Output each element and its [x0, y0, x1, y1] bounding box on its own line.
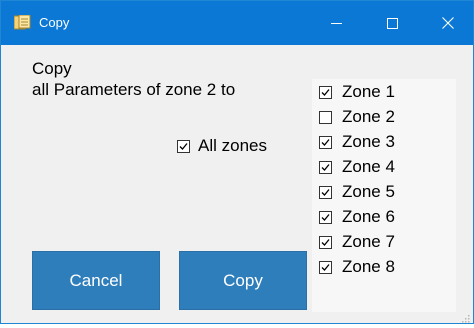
close-icon — [442, 17, 454, 29]
copy-button[interactable]: Copy — [179, 251, 307, 310]
checkmark-icon — [321, 263, 330, 271]
minimize-button[interactable] — [313, 1, 359, 45]
zone-label: Zone 8 — [342, 257, 395, 276]
copy-app-icon — [13, 14, 31, 30]
maximize-icon — [386, 17, 398, 29]
maximize-button[interactable] — [369, 1, 415, 45]
all-zones-label: All zones — [198, 136, 267, 155]
message-line-1: Copy — [32, 59, 72, 78]
zone-item-3[interactable]: Zone 3 — [319, 132, 395, 152]
cancel-button[interactable]: Cancel — [32, 251, 160, 310]
zone-item-7[interactable]: Zone 7 — [319, 232, 395, 252]
checkmark-icon — [321, 138, 330, 146]
zone-6-check-box[interactable] — [319, 210, 332, 224]
close-button[interactable] — [425, 1, 471, 45]
zone-item-1[interactable]: Zone 1 — [319, 82, 395, 102]
zone-7-check-box[interactable] — [319, 235, 332, 249]
zone-4-check-box[interactable] — [319, 160, 332, 174]
checkmark-icon — [321, 88, 330, 96]
zone-3-check-box[interactable] — [319, 135, 332, 149]
resize-grip-icon[interactable] — [460, 310, 470, 323]
copy-dialog-window: Copy Copy all Parameters of zone 2 to Al… — [0, 0, 474, 324]
dialog-body: Copy all Parameters of zone 2 to All zon… — [1, 45, 473, 323]
checkmark-icon — [321, 163, 330, 171]
zone-label: Zone 4 — [342, 157, 395, 176]
zone-2-check-box[interactable] — [319, 110, 332, 124]
zone-item-4[interactable]: Zone 4 — [319, 157, 395, 177]
checkmark-icon — [179, 142, 188, 150]
message-line-2: all Parameters of zone 2 to — [32, 80, 236, 99]
zone-label: Zone 5 — [342, 182, 395, 201]
all-zones-checkbox[interactable]: All zones — [177, 136, 267, 156]
zone-item-8[interactable]: Zone 8 — [319, 257, 395, 277]
zone-label: Zone 6 — [342, 207, 395, 226]
checkmark-icon — [321, 238, 330, 246]
window-title: Copy — [39, 15, 70, 30]
zone-label: Zone 3 — [342, 132, 395, 151]
zone-item-6[interactable]: Zone 6 — [319, 207, 395, 227]
zone-5-check-box[interactable] — [319, 185, 332, 199]
zone-item-2[interactable]: Zone 2 — [319, 107, 395, 127]
zone-label: Zone 2 — [342, 107, 395, 126]
minimize-icon — [330, 18, 342, 29]
checkmark-icon — [321, 188, 330, 196]
zone-item-5[interactable]: Zone 5 — [319, 182, 395, 202]
zone-label: Zone 1 — [342, 82, 395, 101]
zone-1-check-box[interactable] — [319, 85, 332, 99]
all-zones-check-box[interactable] — [177, 139, 190, 153]
zone-checklist[interactable]: Zone 1 Zone 2 Zone 3 Zone 4 Zone 5 Zone … — [312, 79, 456, 312]
checkmark-icon — [321, 213, 330, 221]
zone-8-check-box[interactable] — [319, 260, 332, 274]
title-bar[interactable]: Copy — [1, 1, 473, 45]
zone-label: Zone 7 — [342, 232, 395, 251]
